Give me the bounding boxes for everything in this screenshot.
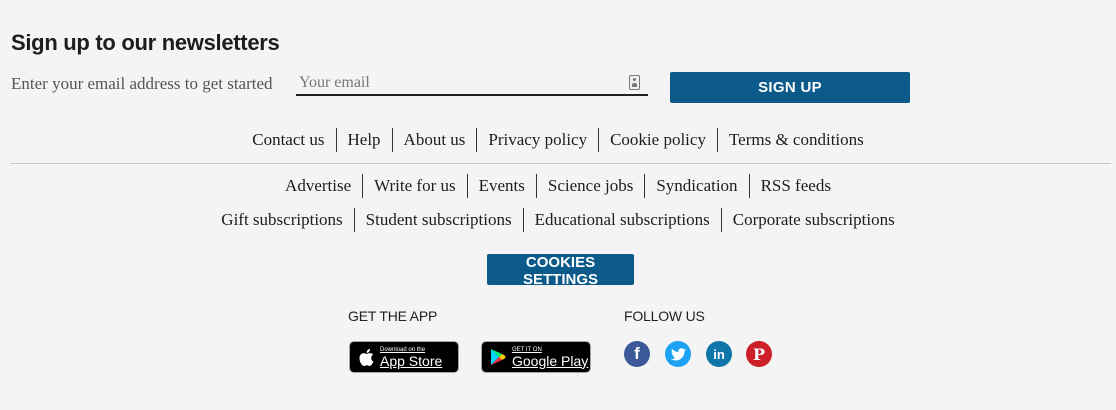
footer-link-science-jobs[interactable]: Science jobs [535, 174, 644, 198]
footer-link-contact-us[interactable]: Contact us [241, 128, 335, 152]
footer-link-events[interactable]: Events [466, 174, 536, 198]
footer-link-help[interactable]: Help [335, 128, 392, 152]
footer-link-privacy-policy[interactable]: Privacy policy [476, 128, 598, 152]
google-play-small-text: GET IT ON [512, 346, 542, 353]
follow-us-label: FOLLOW US [624, 308, 705, 324]
app-store-big-text: App Store [380, 352, 443, 369]
footer-links-secondary: Advertise Write for us Events Science jo… [0, 174, 1116, 198]
email-field-wrapper [296, 72, 648, 96]
contact-card-icon[interactable] [629, 75, 640, 90]
linkedin-icon[interactable]: in [706, 341, 732, 367]
email-input[interactable] [296, 72, 616, 94]
footer-link-gift-subscriptions[interactable]: Gift subscriptions [210, 208, 353, 232]
google-play-icon [491, 349, 506, 365]
footer-links-subscriptions: Gift subscriptions Student subscriptions… [0, 208, 1116, 232]
app-store-small-text: Download on the [380, 346, 426, 353]
footer-links-primary: Contact us Help About us Privacy policy … [0, 128, 1116, 152]
cookies-settings-button[interactable]: COOKIES SETTINGS [487, 254, 634, 288]
footer-link-corporate-subscriptions[interactable]: Corporate subscriptions [720, 208, 906, 232]
twitter-bird-icon [670, 347, 686, 360]
newsletter-prompt: Enter your email address to get started [11, 74, 273, 93]
footer-link-rss-feeds[interactable]: RSS feeds [748, 174, 842, 198]
facebook-icon[interactable]: f [624, 341, 650, 367]
footer-link-about-us[interactable]: About us [391, 128, 477, 152]
footer-link-educational-subscriptions[interactable]: Educational subscriptions [522, 208, 721, 232]
get-the-app-label: GET THE APP [348, 308, 438, 324]
newsletter-title: Sign up to our newsletters [11, 30, 280, 55]
google-play-badge[interactable]: GET IT ON Google Play [481, 341, 591, 373]
footer-link-student-subscriptions[interactable]: Student subscriptions [353, 208, 523, 232]
app-store-badge[interactable]: Download on the App Store [349, 341, 459, 373]
apple-icon [359, 348, 374, 366]
footer-link-advertise[interactable]: Advertise [274, 174, 362, 198]
newsletter-form: Enter your email address to get started … [11, 70, 911, 103]
twitter-icon[interactable] [665, 341, 691, 367]
footer-link-write-for-us[interactable]: Write for us [362, 174, 466, 198]
google-play-big-text: Google Play [512, 352, 589, 369]
signup-button[interactable]: SIGN UP [670, 72, 910, 103]
footer-link-syndication[interactable]: Syndication [644, 174, 748, 198]
footer-link-terms[interactable]: Terms & conditions [716, 128, 875, 152]
footer-link-cookie-policy[interactable]: Cookie policy [598, 128, 717, 152]
pinterest-icon[interactable]: P [746, 341, 772, 367]
footer-divider [10, 163, 1111, 164]
